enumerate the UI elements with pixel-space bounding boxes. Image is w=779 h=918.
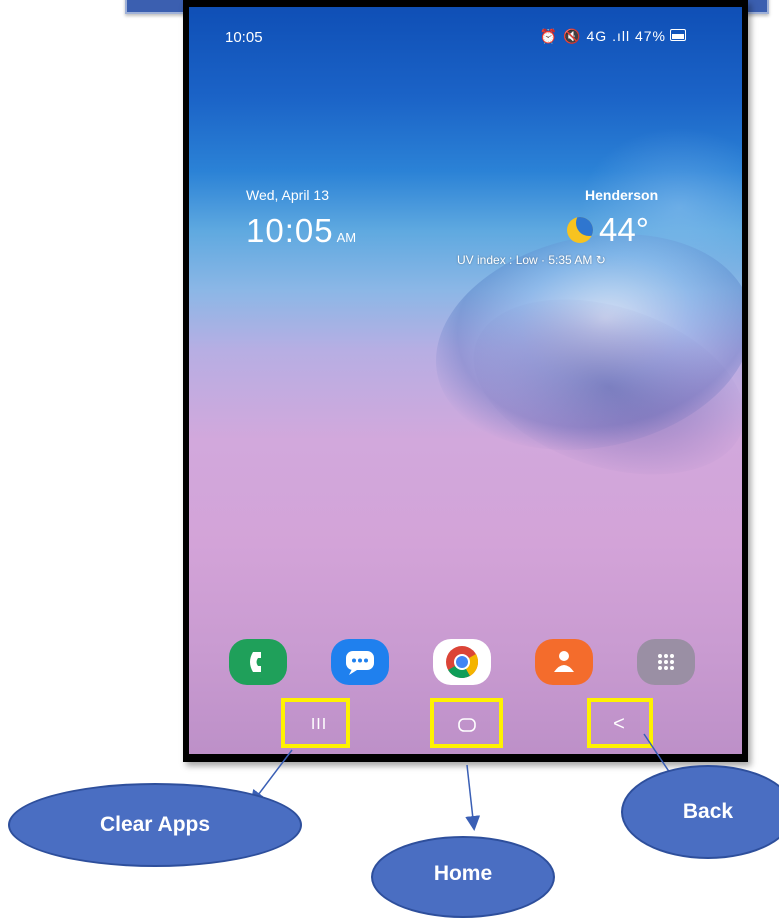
status-icons: ⏰ 🔇 4G .ıll 47% [540,28,666,45]
battery-icon [670,29,686,41]
phone-icon [250,652,261,672]
weather-city[interactable]: Henderson [585,187,658,203]
apps-drawer-icon[interactable] [637,639,695,685]
recent-apps-highlight [281,698,350,748]
weather-widget[interactable]: 44° [567,211,707,251]
chrome-app-icon[interactable] [433,639,491,685]
arrow-home [465,764,481,831]
contacts-app-icon[interactable] [535,639,593,685]
grid-icon [658,654,674,670]
weather-detail: UV index : Low · 5:35 AM ↻ [457,253,606,267]
phone-app-icon[interactable] [229,639,287,685]
status-bar: 10:05 ⏰ 🔇 4G .ıll 47% [189,7,742,51]
phone-frame: 10:05 ⏰ 🔇 4G .ıll 47% Wed, April 13 10:0… [183,0,748,762]
back-callout: Back [621,765,779,859]
status-time: 10:05 [225,29,263,46]
message-bubble-icon [346,651,374,675]
battery-percent: 47% [634,28,666,44]
clock-date: Wed, April 13 [246,187,330,203]
clock-time[interactable]: 10:05 AM [246,212,356,250]
back-highlight [587,698,653,748]
weather-temperature: 44° [599,211,649,248]
clear-apps-callout: Clear Apps [8,783,302,867]
status-icons-text: ⏰ 🔇 4G .ıll [539,28,631,44]
home-screen: 10:05 ⏰ 🔇 4G .ıll 47% Wed, April 13 10:0… [189,7,742,754]
home-callout: Home [371,836,555,918]
app-dock [219,639,709,685]
clock-time-value: 10:05 [246,212,334,249]
moon-icon [567,217,593,243]
person-icon [554,651,574,672]
chrome-icon [446,646,479,679]
home-highlight [430,698,503,748]
clock-ampm: AM [336,230,357,245]
messages-app-icon[interactable] [331,639,389,685]
